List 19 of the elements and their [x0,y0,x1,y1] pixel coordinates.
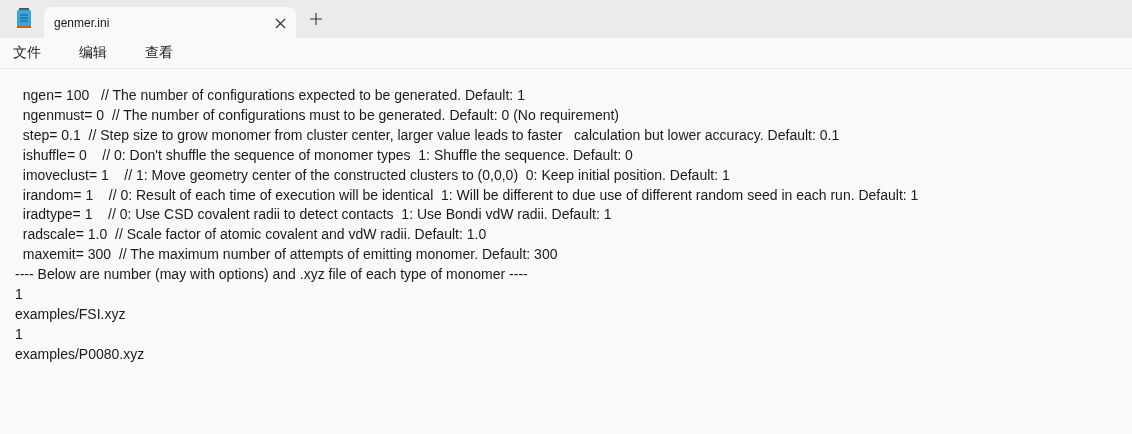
text-line: 1 [15,324,23,344]
text-line: irandom= 1 // 0: Result of each time of execution will be identical 1: Will be different to due use of different random seed in each run. Default: 1 [21,185,919,205]
menu-item[interactable]: 文件 [4,38,50,68]
text-line: step= 0.1 // Step size to grow monomer from cluster center, larger value leads to faster calculation but lower accuracy. Default: 0.1 [21,125,840,145]
text-line: radscale= 1.0 // Scale factor of atomic covalent and vdW radii. Default: 1.0 [21,225,487,245]
text-line: ngen= 100 // The number of configurations expected to be generated. Default: 1 [21,86,525,105]
text-line: ngenmust= 0 // The number of configurations must to be generated. Default: 0 (No requirement) [21,105,620,125]
text-line: examples/FSI.xyz [15,304,126,324]
text-line: ---- Below are number (may with options) and .xyz file of each type of monomer ---- [15,265,528,285]
text-line: examples/P0080.xyz [15,344,145,364]
text-line: 1 [15,285,23,305]
menu-item[interactable]: 查看 [136,38,182,68]
text-line: ishuffle= 0 // 0: Don't shuffle the sequence of monomer types 1: Shuffle the sequence. Default: 0 [21,145,633,165]
text-line: iradtype= 1 // 0: Use CSD covalent radii to detect contacts 1: Use Bondi vdW radii. Default: 1 [21,205,612,225]
menu-item[interactable]: 编辑 [70,38,116,68]
text-line: imoveclust= 1 // 1: Move geometry center of the constructed clusters to (0,0,0) 0: Keep initial position. Default: 1 [21,165,730,185]
text-line: maxemit= 300 // The maximum number of attempts of emitting monomer. Default: 300 [21,245,558,265]
file-tab[interactable]: genmer.ini [44,7,296,38]
notepad-icon [16,8,32,28]
